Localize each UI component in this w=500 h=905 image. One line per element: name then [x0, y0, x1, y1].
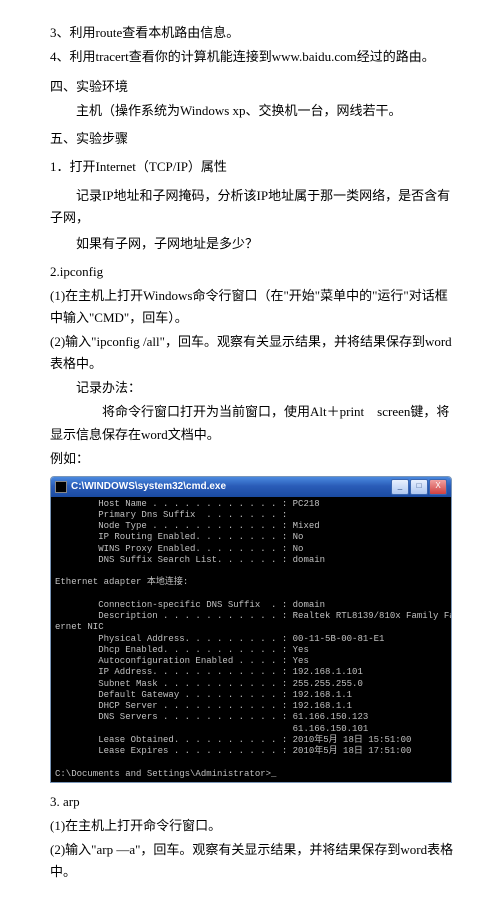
cmd-icon [55, 481, 67, 493]
record-method-text: 将命令行窗口打开为当前窗口，使用Alt＋print screen键，将显示信息保… [50, 404, 449, 441]
line-route: 3、利用route查看本机路由信息。 [50, 22, 460, 44]
cmd-terminal-output: Host Name . . . . . . . . . . . . : PC21… [51, 497, 451, 782]
section-5-title: 五、实验步骤 [50, 128, 460, 150]
cmd-window: C:\WINDOWS\system32\cmd.exe _ □ X Host N… [50, 476, 452, 783]
example-label: 例如： [50, 448, 460, 470]
step-2-title: 2.ipconfig [50, 261, 460, 283]
maximize-button[interactable]: □ [410, 479, 428, 495]
section-4-title: 四、实验环境 [50, 76, 460, 98]
step-3-line-b: (2)输入"arp —a"，回车。观察有关显示结果，并将结果保存到word表格中… [50, 839, 460, 883]
step-3-line-a: (1)在主机上打开命令行窗口。 [50, 815, 460, 837]
step-3-title: 3. arp [50, 791, 460, 813]
record-method-title: 记录办法： [50, 377, 460, 399]
cmd-title: C:\WINDOWS\system32\cmd.exe [71, 478, 226, 495]
cmd-titlebar: C:\WINDOWS\system32\cmd.exe _ □ X [51, 477, 451, 497]
section-4-body: 主机（操作系统为Windows xp、交换机一台，网线若干。 [50, 100, 460, 122]
cmd-titlebar-buttons: _ □ X [391, 479, 447, 495]
step-2-line-a: (1)在主机上打开Windows命令行窗口（在"开始"菜单中的"运行"对话框中输… [50, 285, 460, 329]
close-button[interactable]: X [429, 479, 447, 495]
step-2-line-b: (2)输入"ipconfig /all"，回车。观察有关显示结果，并将结果保存到… [50, 331, 460, 375]
cmd-titlebar-left: C:\WINDOWS\system32\cmd.exe [55, 478, 226, 495]
document-page: 3、利用route查看本机路由信息。 4、利用tracert查看你的计算机能连接… [0, 0, 500, 905]
step-1-line-b: 如果有子网，子网地址是多少？ [50, 233, 460, 255]
minimize-button[interactable]: _ [391, 479, 409, 495]
line-tracert: 4、利用tracert查看你的计算机能连接到www.baidu.com经过的路由… [50, 46, 460, 68]
record-method-body: 将命令行窗口打开为当前窗口，使用Alt＋print screen键，将显示信息保… [50, 401, 460, 445]
step-1-title: 1．打开Internet（TCP/IP）属性 [50, 156, 460, 178]
step-1-line-a: 记录IP地址和子网掩码，分析该IP地址属于那一类网络，是否含有子网， [50, 185, 460, 229]
